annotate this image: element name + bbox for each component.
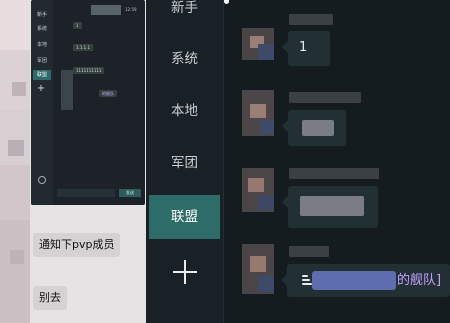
avatar[interactable] [242, 244, 274, 294]
message-bubble [282, 31, 330, 66]
channel-tab-system[interactable]: 系统 [149, 37, 220, 81]
mini-tab-legion: 军团 [36, 58, 47, 64]
message-text [302, 120, 334, 136]
mini-bubble: 1111111111 [73, 67, 105, 74]
channel-tab-local[interactable]: 本地 [149, 89, 220, 133]
mosaic-block [8, 140, 24, 156]
sender-name [289, 168, 379, 179]
channel-tab-alliance[interactable]: 联盟 [149, 195, 220, 239]
mosaic-block [0, 0, 30, 50]
avatar[interactable] [242, 28, 274, 60]
mini-tab-alliance: 联盟 [33, 70, 51, 80]
channel-tab-newbie[interactable]: 新手 [149, 0, 220, 30]
fleet-link-blur [312, 271, 396, 290]
mini-sidebar: 新手 系统 本地 军团 联盟 + [31, 0, 53, 205]
mini-input [57, 189, 115, 197]
mini-bubble: 的舰队 [99, 90, 117, 97]
fleet-link-text[interactable]: 的舰队] [397, 273, 441, 289]
mini-tab-system: 系统 [36, 26, 47, 32]
mini-plus-icon: + [36, 83, 46, 94]
mosaic-block [0, 110, 30, 165]
message-text [300, 196, 364, 216]
channel-sidebar: 新手 系统 本地 军团 联盟 [146, 0, 224, 323]
sender-name [289, 14, 333, 25]
avatar[interactable] [242, 90, 274, 136]
mosaic-block [0, 220, 30, 323]
chat-message: 别去 [33, 286, 67, 310]
channel-tab-legion[interactable]: 军团 [149, 141, 220, 185]
signal-icon [302, 274, 312, 286]
mini-blur-block [91, 5, 121, 15]
mini-time: 12:59 [125, 7, 137, 12]
message-text: 1 [299, 40, 308, 55]
mini-tab-local: 本地 [36, 42, 47, 48]
dot-icon [224, 0, 229, 4]
mosaic-block [12, 82, 26, 96]
add-channel-icon[interactable] [172, 259, 198, 285]
mini-bubble: 1 [73, 22, 82, 29]
avatar[interactable] [242, 168, 274, 212]
mini-screenshot[interactable]: 新手 系统 本地 军团 联盟 + 12:59 1 1.1.1.1 1111111… [31, 0, 145, 205]
mosaic-block [10, 250, 24, 264]
chat-message: 通知下pvp成员 [33, 233, 121, 257]
sender-name [289, 92, 361, 103]
mini-send-button: 发送 [119, 189, 141, 197]
mini-bubble: 1.1.1.1 [73, 44, 93, 51]
mini-settings-icon [38, 176, 46, 184]
sender-name [289, 246, 329, 257]
mosaic-block [0, 165, 30, 220]
mosaic-block [0, 50, 30, 110]
left-chat-panel: 新手 系统 本地 军团 联盟 + 12:59 1 1.1.1.1 1111111… [0, 0, 146, 323]
mini-blur-block [61, 70, 73, 110]
mini-tab-newbie: 新手 [36, 12, 47, 18]
